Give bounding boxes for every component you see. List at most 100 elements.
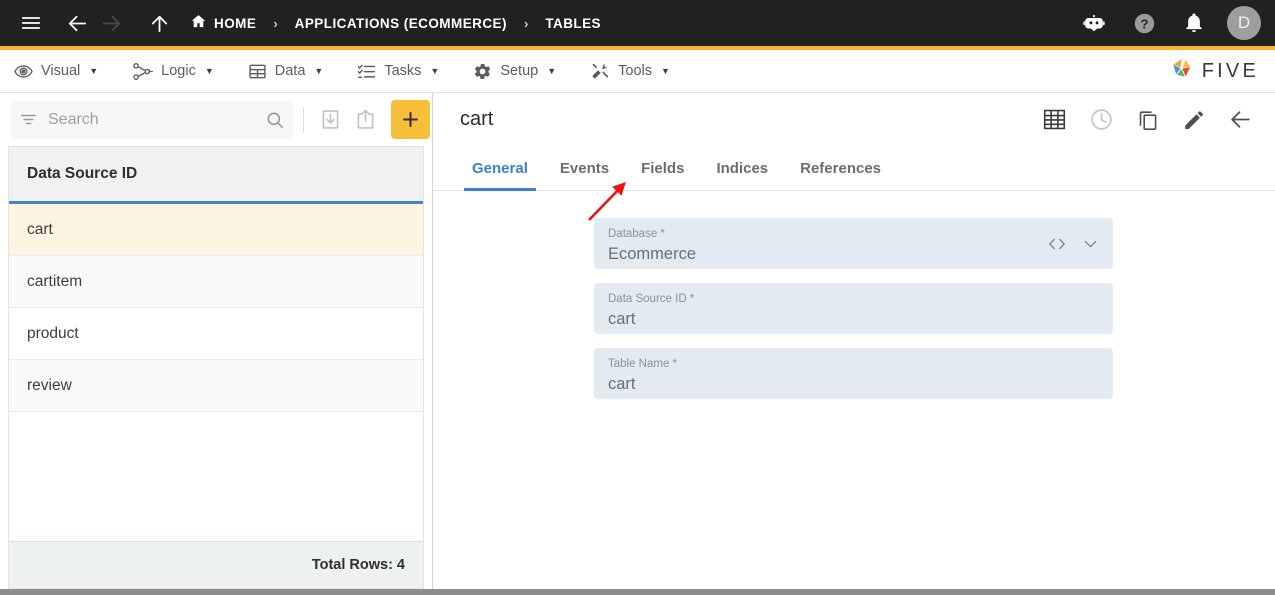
chevron-down-icon: ▼ [661,66,670,76]
breadcrumb-item-tables[interactable]: TABLES [545,16,601,31]
database-field-icons [1047,234,1100,253]
database-field[interactable]: Database * Ecommerce [594,218,1113,269]
breadcrumb-item-home[interactable]: HOME [190,13,256,33]
nav-up-icon[interactable] [142,6,176,40]
menu-setup[interactable]: Setup ▼ [473,62,556,81]
detail-header: cart [433,93,1275,146]
grid-rows-container: cart cartitem product review [9,204,423,541]
field-value: cart [608,308,1099,330]
row-label: product [27,325,79,343]
tools-icon [590,61,610,81]
sidebar-toolbar [0,93,432,146]
total-rows-label: Total Rows: 4 [8,541,424,589]
menu-label-data: Data [275,63,306,79]
window-bottom-bar [0,589,1275,595]
chevron-down-icon: ▼ [547,66,556,76]
field-label: Table Name * [608,358,1099,372]
breadcrumb-separator: › [273,16,277,31]
copy-icon[interactable] [1136,108,1160,132]
table-grid-icon [248,62,267,81]
tab-fields[interactable]: Fields [625,146,700,190]
menu-tools[interactable]: Tools ▼ [590,61,670,81]
add-new-button[interactable] [391,100,430,139]
field-label: Database * [608,228,1099,242]
chevron-down-icon[interactable] [1081,234,1100,253]
detail-back-icon[interactable] [1228,107,1253,132]
main-content-area: Data Source ID cart cartitem product rev… [0,93,1275,589]
help-icon[interactable]: ? [1127,6,1161,40]
chevron-down-icon: ▼ [430,66,439,76]
user-avatar[interactable]: D [1227,6,1261,40]
page-title: cart [460,108,493,131]
export-icon[interactable] [348,108,383,131]
logic-flow-icon [132,62,153,81]
notifications-bell-icon[interactable] [1177,6,1211,40]
field-value: Ecommerce [608,243,1099,265]
hamburger-menu-icon[interactable] [14,6,48,40]
tab-events[interactable]: Events [544,146,625,190]
toolbar-divider [303,107,304,133]
tab-general[interactable]: General [456,146,544,190]
search-input[interactable] [48,111,255,129]
breadcrumb-item-applications[interactable]: APPLICATIONS (ECOMMERCE) [295,16,507,31]
menu-label-setup: Setup [500,63,538,79]
grid-column-header-data-source-id[interactable]: Data Source ID [9,147,423,204]
breadcrumb-separator: › [524,16,528,31]
menu-visual[interactable]: Visual ▼ [14,62,98,81]
detail-actions [1042,107,1253,132]
row-label: cartitem [27,273,82,291]
menu-label-tools: Tools [618,63,652,79]
eye-icon [14,62,33,81]
application-window: HOME › APPLICATIONS (ECOMMERCE) › TABLES [0,0,1275,595]
search-icon[interactable] [265,110,285,130]
menu-tasks[interactable]: Tasks ▼ [357,62,439,81]
breadcrumb-label-applications: APPLICATIONS (ECOMMERCE) [295,16,507,31]
nav-back-icon[interactable] [60,6,94,40]
table-row-cartitem[interactable]: cartitem [9,256,423,308]
search-container [10,101,294,139]
checklist-icon [357,62,376,81]
menu-label-logic: Logic [161,63,196,79]
row-label: review [27,377,72,395]
import-icon[interactable] [313,108,348,131]
table-row-review[interactable]: review [9,360,423,412]
chevron-down-icon: ▼ [314,66,323,76]
svg-text:?: ? [1140,16,1148,31]
tab-label: References [800,160,881,177]
home-icon [190,13,207,33]
nav-forward-icon[interactable] [94,6,128,40]
brand-name: FIVE [1202,60,1259,83]
menu-logic[interactable]: Logic ▼ [132,62,214,81]
tab-references[interactable]: References [784,146,897,190]
table-row-cart[interactable]: cart [9,204,423,256]
menu-data[interactable]: Data ▼ [248,62,324,81]
sidebar-panel: Data Source ID cart cartitem product rev… [0,93,433,589]
breadcrumb-label-home: HOME [214,16,256,31]
row-label: cart [27,221,53,239]
data-source-grid: Data Source ID cart cartitem product rev… [8,146,424,541]
menu-label-visual: Visual [41,63,80,79]
data-source-id-field[interactable]: Data Source ID * cart [594,283,1113,334]
table-grid-icon[interactable] [1042,107,1067,132]
code-brackets-icon[interactable] [1047,236,1067,251]
tab-label: Events [560,160,609,177]
pencil-edit-icon[interactable] [1182,108,1206,132]
chevron-down-icon: ▼ [89,66,98,76]
tab-indices[interactable]: Indices [700,146,784,190]
breadcrumb: HOME › APPLICATIONS (ECOMMERCE) › TABLES [190,13,601,33]
menu-label-tasks: Tasks [384,63,421,79]
field-label: Data Source ID * [608,293,1099,307]
main-menu-bar: Visual ▼ Logic ▼ Data [0,50,1275,93]
robot-assistant-icon[interactable] [1077,6,1111,40]
filter-icon[interactable] [19,110,38,129]
table-name-field[interactable]: Table Name * cart [594,348,1113,399]
chevron-down-icon: ▼ [205,66,214,76]
detail-panel: cart [433,93,1275,589]
five-pinwheel-logo-icon [1169,56,1195,87]
table-row-product[interactable]: product [9,308,423,360]
detail-tabs: General Events Fields Indices References [433,146,1275,191]
topbar-actions: ? D [1077,6,1261,40]
tab-label: Fields [641,160,684,177]
gear-icon [473,62,492,81]
clock-history-icon[interactable] [1089,107,1114,132]
